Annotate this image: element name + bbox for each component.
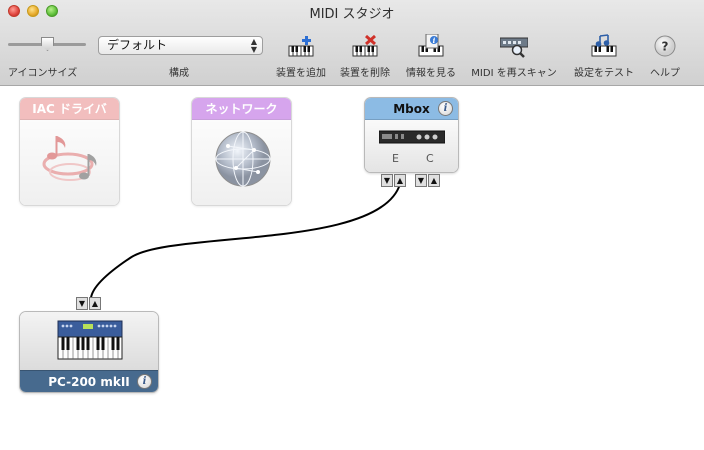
network-name: ネットワーク: [192, 98, 291, 120]
mbox-device[interactable]: Mbox i E C: [364, 97, 459, 173]
mbox-port-e-output[interactable]: ▲: [394, 174, 406, 187]
mbox-info-icon[interactable]: i: [438, 101, 453, 116]
network-device[interactable]: ネットワーク: [191, 97, 292, 206]
pc200-info-icon[interactable]: i: [137, 374, 152, 389]
midi-keyboard-icon: [57, 320, 123, 360]
mbox-port-e-input[interactable]: ▼: [381, 174, 393, 187]
mbox-port-c-label: C: [426, 152, 434, 165]
pc200-device[interactable]: PC-200 mkII i: [19, 311, 159, 393]
iac-driver-device[interactable]: IAC ドライバ: [19, 97, 120, 206]
mbox-port-c-input[interactable]: ▼: [415, 174, 427, 187]
network-globe-icon: [215, 131, 271, 187]
pc200-port-input[interactable]: ▼: [76, 297, 88, 310]
pc200-body: [20, 312, 158, 370]
pc200-port[interactable]: ▼ ▲: [76, 297, 101, 310]
mbox-port-c[interactable]: ▼ ▲: [415, 174, 440, 187]
mbox-port-c-output[interactable]: ▲: [428, 174, 440, 187]
music-notes-icon: [42, 136, 97, 181]
mbox-body: E C: [365, 120, 458, 172]
mbox-port-e[interactable]: ▼ ▲: [381, 174, 406, 187]
iac-driver-name: IAC ドライバ: [20, 98, 119, 120]
pc200-port-output[interactable]: ▲: [89, 297, 101, 310]
audio-interface-icon: [379, 130, 445, 144]
network-body: [192, 120, 291, 205]
mbox-port-e-label: E: [392, 152, 399, 165]
iac-driver-body: [20, 120, 119, 205]
